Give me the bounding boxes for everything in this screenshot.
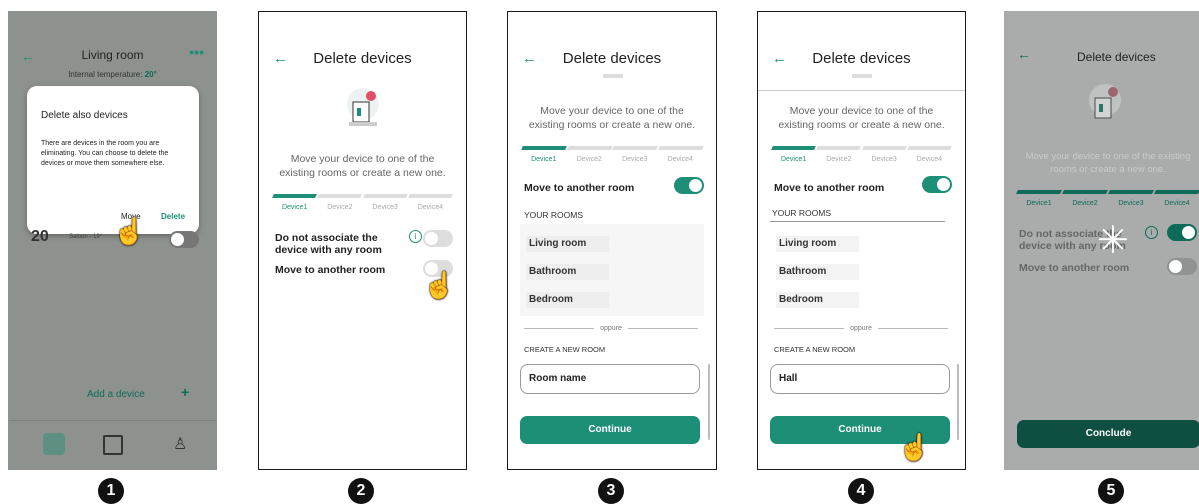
info-icon[interactable]: i xyxy=(409,230,422,243)
rooms-list: Living room Bathroom Bedroom xyxy=(770,224,952,316)
no-associate-toggle[interactable] xyxy=(1167,224,1197,241)
pointer-icon: ☝ xyxy=(898,432,931,462)
continue-button[interactable]: Continue xyxy=(520,416,700,444)
room-name-input[interactable]: Room name xyxy=(520,364,700,394)
step-number-1: 1 xyxy=(98,478,124,504)
room-title: Living room xyxy=(81,48,144,62)
scrollbar[interactable] xyxy=(957,364,959,440)
move-room-label: Move to another room xyxy=(275,264,386,276)
illustration-peek xyxy=(603,74,623,78)
info-icon[interactable]: i xyxy=(1145,226,1158,239)
conclude-button[interactable]: Conclude xyxy=(1017,420,1199,448)
step-number-4: 4 xyxy=(848,478,874,504)
move-room-label: Move to another room xyxy=(774,182,885,194)
screen-5: ← Delete devices Move your device to one… xyxy=(1004,11,1199,470)
room-card-number: 20 xyxy=(31,228,49,245)
header-divider xyxy=(758,90,965,91)
move-room-toggle[interactable] xyxy=(922,176,952,193)
step-device4[interactable]: Device4 xyxy=(906,146,952,163)
screen-4: ← Delete devices Move your device to one… xyxy=(757,11,966,470)
step-device4[interactable]: Device4 xyxy=(407,194,453,211)
room-bathroom[interactable]: Bathroom xyxy=(776,264,859,280)
scrollbar[interactable] xyxy=(708,364,710,440)
step-device4[interactable]: Device4 xyxy=(1154,190,1199,207)
room-card-subtitle: Saloon - 19° xyxy=(69,234,103,240)
internal-temperature: Internal temperature: 20° xyxy=(9,70,216,79)
room-living[interactable]: Living room xyxy=(776,236,859,252)
step-device1[interactable]: Device1 xyxy=(272,194,318,211)
more-menu-icon[interactable]: ••• xyxy=(189,44,204,60)
step-number-5: 5 xyxy=(1098,478,1124,504)
bottom-nav: ♙ xyxy=(9,420,216,469)
device-illustration-icon xyxy=(1089,84,1121,119)
move-room-label: Move to another room xyxy=(1019,262,1130,274)
add-device-label[interactable]: Add a device xyxy=(87,389,145,400)
your-rooms-header: YOUR ROOMS xyxy=(524,210,584,220)
add-icon[interactable]: + xyxy=(181,384,189,400)
device-illustration-icon xyxy=(347,88,379,126)
step-device3[interactable]: Device3 xyxy=(612,146,658,163)
dialog-body: There are devices in the room you are el… xyxy=(41,140,169,167)
screen-2: ← Delete devices Move your device to one… xyxy=(258,11,467,470)
page-title: Delete devices xyxy=(313,50,412,67)
move-room-label: Move to another room xyxy=(524,182,635,194)
room-living[interactable]: Living room xyxy=(526,236,609,252)
device-stepper: Device1 Device2 Device3 Device4 xyxy=(1016,190,1199,207)
delete-dialog: Delete also devices There are devices in… xyxy=(27,86,199,234)
intro-text: Move your device to one of the existing … xyxy=(279,153,446,179)
delete-button[interactable]: Delete xyxy=(161,212,185,221)
intro-text: Move your device to one of the existing … xyxy=(528,105,696,131)
temperature-value: 20° xyxy=(144,70,157,79)
home-icon[interactable] xyxy=(43,433,65,455)
create-room-header: CREATE A NEW ROOM xyxy=(524,345,606,354)
page-title: Delete devices xyxy=(562,50,662,67)
or-divider: oppure xyxy=(768,325,954,332)
dialog-title: Delete also devices xyxy=(41,110,128,121)
page-title: Delete devices xyxy=(1077,50,1156,64)
step-device3[interactable]: Device3 xyxy=(1108,190,1154,207)
back-arrow-icon[interactable]: ← xyxy=(1017,46,1031,62)
step-device3[interactable]: Device3 xyxy=(861,146,907,163)
step-number-2: 2 xyxy=(348,478,374,504)
step-device2[interactable]: Device2 xyxy=(1062,190,1108,207)
step-device3[interactable]: Device3 xyxy=(362,194,408,211)
room-bedroom[interactable]: Bedroom xyxy=(776,292,859,308)
pointer-icon: ☝ xyxy=(423,270,456,300)
device-stepper: Device1 Device2 Device3 Device4 xyxy=(521,146,703,163)
step-device1[interactable]: Device1 xyxy=(771,146,817,163)
room-card-toggle[interactable] xyxy=(169,231,199,248)
rooms-divider xyxy=(770,221,945,222)
user-icon[interactable]: ♙ xyxy=(173,434,187,454)
room-bedroom[interactable]: Bedroom xyxy=(526,292,609,308)
room-name-input[interactable]: Hall xyxy=(770,364,950,394)
room-bathroom[interactable]: Bathroom xyxy=(526,264,609,280)
pointer-icon: ☝ xyxy=(113,216,146,246)
step-device2[interactable]: Device2 xyxy=(566,146,612,163)
device-stepper: Device1 Device2 Device3 Device4 xyxy=(272,194,453,211)
create-room-header: CREATE A NEW ROOM xyxy=(774,345,856,354)
no-associate-label: Do not associate the device with any roo… xyxy=(275,232,382,256)
page-title: Delete devices xyxy=(812,50,911,67)
step-device4[interactable]: Device4 xyxy=(657,146,703,163)
your-rooms-header: YOUR ROOMS xyxy=(772,208,832,218)
or-divider: oppure xyxy=(518,325,704,332)
move-room-toggle[interactable] xyxy=(674,177,704,194)
calendar-icon[interactable] xyxy=(103,435,123,455)
no-associate-toggle[interactable] xyxy=(423,230,453,247)
step-device1[interactable]: Device1 xyxy=(1016,190,1062,207)
device-stepper: Device1 Device2 Device3 Device4 xyxy=(771,146,952,163)
step-number-3: 3 xyxy=(598,478,624,504)
step-device2[interactable]: Device2 xyxy=(816,146,862,163)
temperature-label: Internal temperature: xyxy=(68,70,143,79)
illustration-peek xyxy=(852,74,872,78)
step-device2[interactable]: Device2 xyxy=(317,194,363,211)
intro-text: Move your device to one of the existing … xyxy=(1025,151,1191,175)
step-device1[interactable]: Device1 xyxy=(521,146,567,163)
screen-1: ← Living room ••• Internal temperature: … xyxy=(8,11,217,470)
rooms-list: Living room Bathroom Bedroom xyxy=(520,224,704,316)
sparkle-icon: ✳ xyxy=(1097,220,1129,262)
screen-3: ← Delete devices Move your device to one… xyxy=(507,11,717,470)
move-room-toggle[interactable] xyxy=(1167,258,1197,275)
intro-text: Move your device to one of the existing … xyxy=(778,105,945,131)
